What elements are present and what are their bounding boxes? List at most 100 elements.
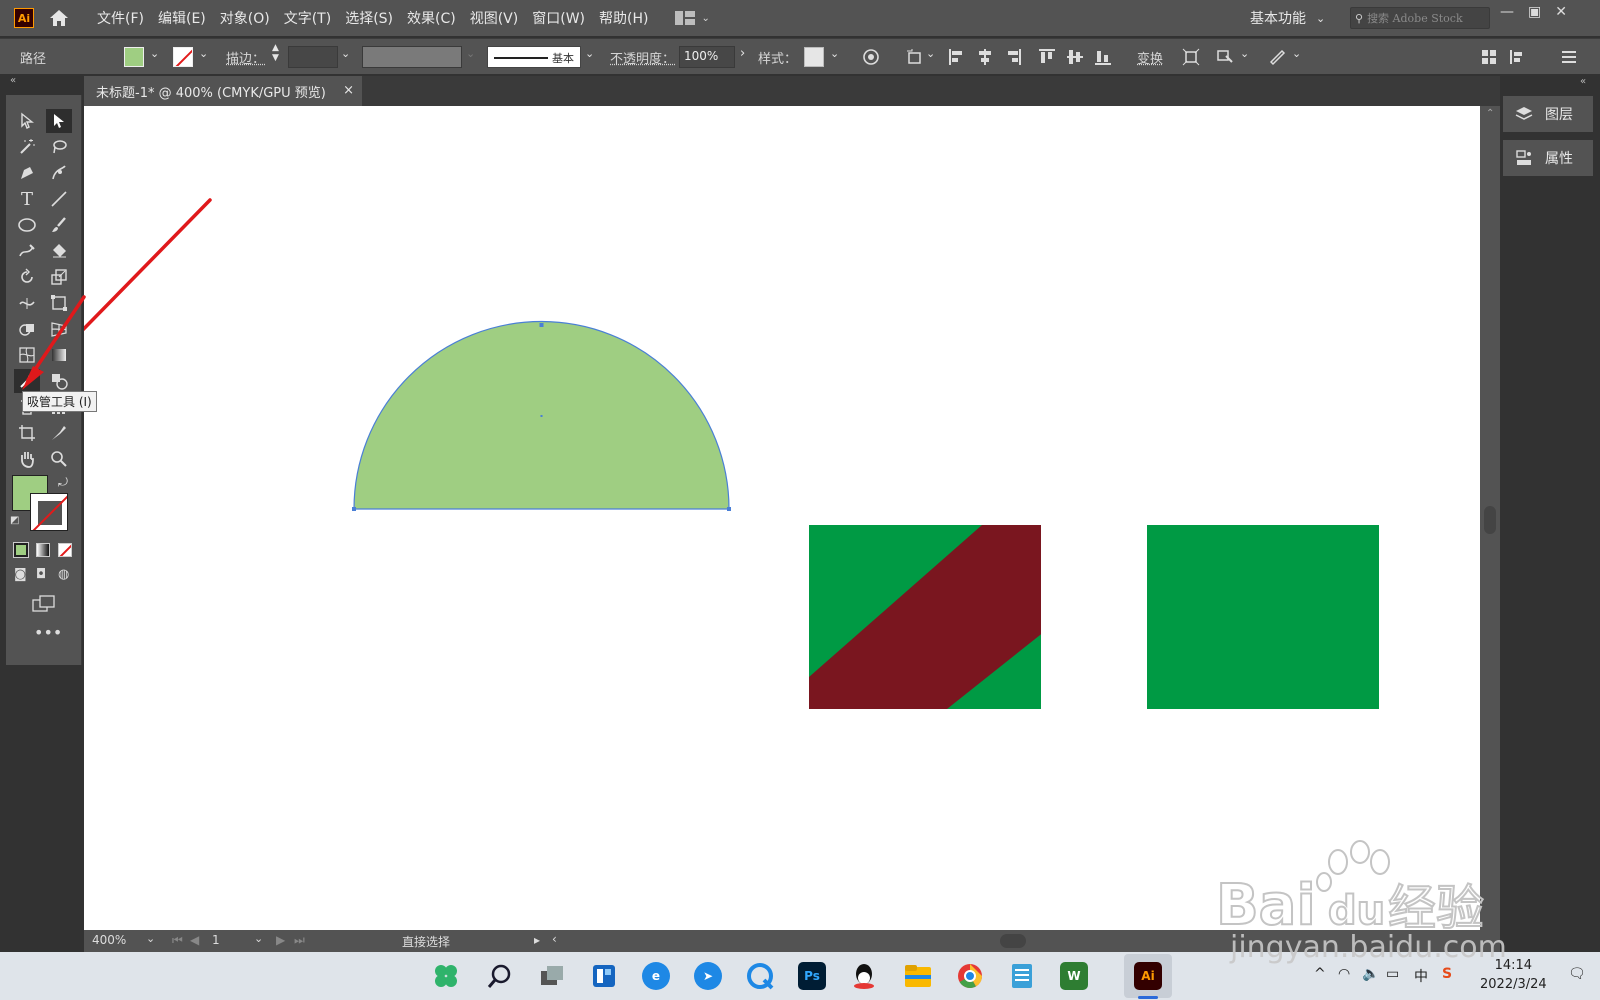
menu-view[interactable]: 视图(V) bbox=[463, 8, 526, 28]
transform-handles-icon[interactable] bbox=[1182, 48, 1200, 66]
zoom-tool-icon[interactable] bbox=[46, 447, 72, 471]
menu-type[interactable]: 文字(T) bbox=[277, 8, 338, 28]
menu-help[interactable]: 帮助(H) bbox=[592, 8, 655, 28]
stroke-label[interactable]: 描边： bbox=[226, 48, 265, 67]
align-top-icon[interactable] bbox=[1038, 48, 1056, 66]
none-mode-button[interactable] bbox=[58, 543, 72, 557]
chevron-down-icon[interactable]: ⌄ bbox=[1240, 47, 1249, 60]
start-icon[interactable] bbox=[432, 962, 460, 990]
widgets-icon[interactable] bbox=[590, 962, 618, 990]
paintbrush-tool-icon[interactable] bbox=[46, 213, 72, 237]
status-menu-icon[interactable]: ▸ bbox=[534, 933, 540, 947]
document-tab[interactable]: 未标题-1* @ 400% (CMYK/GPU 预览) × bbox=[84, 76, 362, 106]
stock-search-input[interactable]: ⚲ 搜索 Adobe Stock bbox=[1350, 7, 1490, 29]
collapse-toolbar-icon[interactable]: « bbox=[10, 75, 16, 86]
pen-tool-icon[interactable] bbox=[14, 161, 40, 185]
align-right-icon[interactable] bbox=[1004, 48, 1022, 66]
arrange-documents-button[interactable]: ⌄ bbox=[675, 11, 710, 25]
distribute-icon[interactable] bbox=[1508, 48, 1526, 66]
properties-panel-button[interactable]: 属性 bbox=[1503, 140, 1593, 176]
browser-e-icon[interactable]: e bbox=[642, 962, 670, 990]
magic-wand-tool-icon[interactable] bbox=[14, 135, 40, 159]
tray-overflow-icon[interactable]: ^ bbox=[1314, 966, 1326, 982]
battery-icon[interactable]: ▭ bbox=[1386, 966, 1399, 982]
qq-browser-icon[interactable] bbox=[746, 962, 774, 990]
chevron-down-icon[interactable]: ⌄ bbox=[146, 932, 155, 945]
more-tools-icon[interactable]: ••• bbox=[34, 623, 62, 642]
control-menu-icon[interactable] bbox=[1560, 48, 1578, 66]
chevron-down-icon[interactable]: ⌄ bbox=[199, 47, 208, 60]
scroll-up-icon[interactable]: ⌃ bbox=[1486, 108, 1494, 119]
green-rectangle[interactable] bbox=[1147, 525, 1379, 709]
photoshop-icon[interactable]: Ps bbox=[798, 962, 826, 990]
feishu-icon[interactable]: ➤ bbox=[694, 962, 722, 990]
hand-tool-icon[interactable] bbox=[14, 447, 40, 471]
menu-object[interactable]: 对象(O) bbox=[213, 8, 277, 28]
align-center-icon[interactable] bbox=[976, 48, 994, 66]
menu-edit[interactable]: 编辑(E) bbox=[151, 8, 213, 28]
recolor-edit-icon[interactable] bbox=[1268, 48, 1286, 66]
artboard-canvas[interactable] bbox=[84, 106, 1480, 930]
prev-artboard-icon[interactable]: ◀ bbox=[190, 933, 199, 947]
search-icon[interactable] bbox=[486, 962, 514, 990]
next-artboard-icon[interactable]: ▶ bbox=[276, 933, 285, 947]
brush-definition-select[interactable]: 基本 bbox=[487, 46, 581, 68]
type-tool-icon[interactable]: T bbox=[14, 187, 40, 211]
align-bottom-icon[interactable] bbox=[1094, 48, 1112, 66]
task-view-icon[interactable] bbox=[538, 962, 566, 990]
zoom-level[interactable]: 400% bbox=[92, 933, 126, 947]
vertical-scroll-thumb[interactable] bbox=[1484, 506, 1496, 534]
home-icon[interactable] bbox=[48, 8, 70, 28]
blend-tool-icon[interactable] bbox=[46, 369, 72, 393]
close-icon[interactable]: ✕ bbox=[1555, 4, 1567, 20]
horizontal-scroll-thumb[interactable] bbox=[1000, 934, 1026, 948]
transform-button[interactable]: 变换 bbox=[1137, 48, 1163, 67]
scale-tool-icon[interactable] bbox=[46, 265, 72, 289]
stroke-weight-input[interactable] bbox=[288, 46, 338, 68]
shape-builder-tool-icon[interactable] bbox=[14, 317, 40, 341]
notification-icon[interactable]: 🗨 bbox=[1568, 966, 1586, 982]
chevron-down-icon[interactable]: ⌄ bbox=[585, 47, 594, 60]
ime-indicator[interactable]: 中 bbox=[1414, 966, 1428, 986]
menu-effect[interactable]: 效果(C) bbox=[400, 8, 463, 28]
default-fill-stroke-icon[interactable]: ◩ bbox=[10, 515, 19, 526]
width-tool-icon[interactable] bbox=[14, 291, 40, 315]
illustrator-icon[interactable]: Ai bbox=[1134, 962, 1162, 990]
workspace-switcher[interactable]: 基本功能 ⌄ bbox=[1250, 8, 1325, 28]
anchor-point-left[interactable] bbox=[352, 507, 356, 511]
isolate-icon[interactable] bbox=[1216, 48, 1234, 66]
variable-width-profile[interactable] bbox=[362, 46, 462, 68]
sogou-icon[interactable]: S bbox=[1442, 966, 1452, 982]
menu-file[interactable]: 文件(F) bbox=[90, 8, 151, 28]
gradient-mode-button[interactable] bbox=[36, 543, 50, 557]
chevron-down-icon[interactable]: ⌄ bbox=[1292, 47, 1301, 60]
expand-panels-icon[interactable]: « bbox=[1580, 76, 1586, 87]
artboard-tool-icon[interactable] bbox=[14, 421, 40, 445]
color-mode-button[interactable] bbox=[13, 542, 29, 558]
menu-select[interactable]: 选择(S) bbox=[338, 8, 400, 28]
chevron-down-icon[interactable]: ⌄ bbox=[830, 47, 839, 60]
notepad-icon[interactable] bbox=[1008, 962, 1036, 990]
artboard-number[interactable]: 1 bbox=[212, 933, 220, 947]
align-middle-icon[interactable] bbox=[1066, 48, 1084, 66]
last-artboard-icon[interactable]: ⏭ bbox=[294, 933, 305, 948]
lasso-tool-icon[interactable] bbox=[46, 135, 72, 159]
curvature-tool-icon[interactable] bbox=[46, 161, 72, 185]
selection-tool-icon[interactable] bbox=[14, 109, 40, 133]
wps-icon[interactable]: W bbox=[1060, 962, 1088, 990]
volume-icon[interactable]: 🔈 bbox=[1362, 966, 1379, 982]
stroke-swatch[interactable] bbox=[173, 47, 193, 67]
chevron-right-icon[interactable]: › bbox=[740, 46, 745, 61]
draw-behind-icon[interactable]: ◘ bbox=[36, 567, 46, 582]
rotate-tool-icon[interactable] bbox=[14, 265, 40, 289]
perspective-grid-tool-icon[interactable] bbox=[46, 317, 72, 341]
gradient-tool-icon[interactable] bbox=[46, 343, 72, 367]
opacity-input[interactable]: 100% bbox=[679, 46, 735, 68]
ellipse-tool-icon[interactable] bbox=[14, 213, 40, 237]
menu-window[interactable]: 窗口(W) bbox=[525, 8, 592, 28]
stepper-icon[interactable]: ▲ ▼ bbox=[272, 43, 279, 63]
qq-icon[interactable] bbox=[850, 962, 878, 990]
minimize-icon[interactable]: — bbox=[1500, 4, 1514, 20]
graphic-style-swatch[interactable] bbox=[804, 47, 824, 67]
close-tab-icon[interactable]: × bbox=[343, 83, 354, 98]
